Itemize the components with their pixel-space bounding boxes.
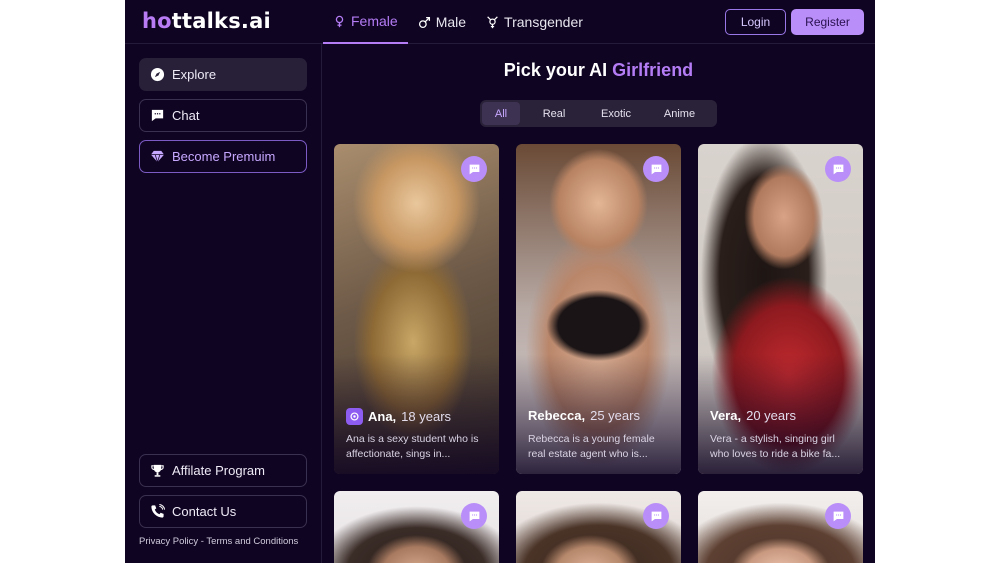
character-card[interactable] [516,491,681,563]
character-card[interactable]: Ana, 18 years Ana is a sexy student who … [334,144,499,474]
logo-ai: .ai [240,9,271,33]
character-age: 20 years [746,408,796,423]
chat-icon [833,164,843,174]
chat-button[interactable] [643,156,669,182]
character-name: Ana, [368,409,397,424]
tab-transgender-label: Transgender [504,14,583,30]
sidebar: Explore Chat Become Premuim Affilate Pro… [125,44,322,563]
sidebar-item-affiliate[interactable]: Affilate Program [139,454,307,487]
page-title: Pick your AI Girlfriend [322,60,875,81]
compass-icon [150,67,165,82]
diamond-icon [150,150,165,164]
phone-icon [151,504,165,518]
chat-button[interactable] [461,503,487,529]
logo[interactable]: hottalks.ai [142,9,271,33]
sidebar-item-chat[interactable]: Chat [139,99,307,132]
character-name: Rebecca, [528,408,586,423]
character-description: Vera - a stylish, singing girl who loves… [710,433,841,460]
sidebar-item-explore[interactable]: Explore [139,58,307,91]
chat-icon [651,511,661,521]
gender-nav: Female Male Transgender [323,0,593,44]
tab-female-label: Female [351,13,398,29]
login-button[interactable]: Login [725,9,786,35]
character-name-row: Vera, 20 years [710,408,796,423]
tab-transgender[interactable]: Transgender [476,0,593,44]
character-age: 18 years [401,409,452,424]
chat-button[interactable] [825,503,851,529]
character-card[interactable] [698,491,863,563]
category-filter: All Real Exotic Anime [480,100,717,127]
chat-button[interactable] [643,503,669,529]
tab-male[interactable]: Male [408,0,476,44]
character-name: Vera, [710,408,742,423]
tab-male-label: Male [435,14,467,30]
chat-icon [833,511,843,521]
terms-link[interactable]: Terms and Conditions [206,536,298,547]
character-description: Rebecca is a young female real estate ag… [528,433,655,460]
character-age: 25 years [590,408,640,423]
male-icon [418,16,430,28]
filter-anime[interactable]: Anime [644,102,715,125]
chat-icon [651,164,661,174]
character-card[interactable] [334,491,499,563]
chat-button[interactable] [461,156,487,182]
sidebar-item-label: Contact Us [172,504,237,519]
live-badge-icon [346,408,363,425]
page-title-accent: Girlfriend [612,60,694,80]
app-window: hottalks.ai Female Male Transgender Logi… [125,0,875,563]
chat-button[interactable] [825,156,851,182]
filter-real[interactable]: Real [520,102,588,125]
sidebar-item-label: Chat [172,108,200,123]
character-card[interactable]: Vera, 20 years Vera - a stylish, singing… [698,144,863,474]
sidebar-item-contact[interactable]: Contact Us [139,495,307,528]
chat-icon [469,164,479,174]
top-bar: hottalks.ai Female Male Transgender Logi… [125,0,875,44]
sidebar-item-label: Affilate Program [172,463,265,478]
privacy-link[interactable]: Privacy Policy [139,536,198,547]
character-description: Ana is a sexy student who is affectionat… [346,433,479,460]
filter-all[interactable]: All [482,102,520,125]
sidebar-item-label: Explore [172,67,217,82]
chat-icon [469,511,479,521]
character-card[interactable]: Rebecca, 25 years Rebecca is a young fem… [516,144,681,474]
main-content: Pick your AI Girlfriend All Real Exotic … [322,44,875,563]
character-name-row: Ana, 18 years [346,408,451,425]
page-title-prefix: Pick your AI [503,60,613,80]
register-button[interactable]: Register [791,9,864,35]
transgender-icon [487,15,498,28]
female-icon [335,15,344,27]
character-name-row: Rebecca, 25 years [528,408,640,423]
chat-icon [151,109,164,122]
filter-exotic[interactable]: Exotic [588,102,644,125]
tab-female[interactable]: Female [323,0,408,44]
trophy-icon [151,464,164,477]
legal-links: Privacy Policy - Terms and Conditions [139,536,298,547]
logo-o: o [157,9,172,33]
sidebar-item-label: Become Premuim [172,149,276,164]
sidebar-item-premium[interactable]: Become Premuim [139,140,307,173]
logo-h: h [142,9,158,33]
logo-text: ttalks [171,9,241,33]
